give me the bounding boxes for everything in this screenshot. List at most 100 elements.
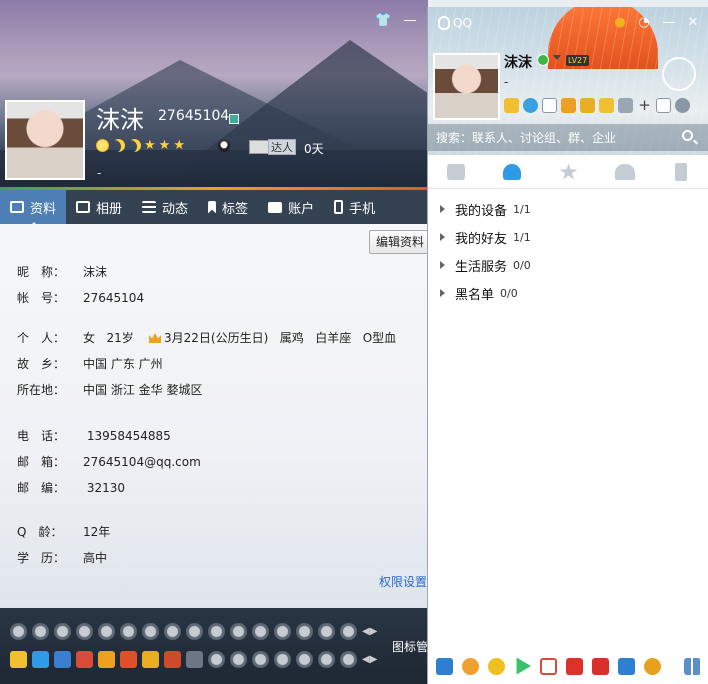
badge-icon[interactable] bbox=[296, 623, 313, 640]
skin-icon[interactable]: 👕 bbox=[375, 14, 391, 30]
badge-icon[interactable] bbox=[120, 623, 137, 640]
icon-manage-link[interactable]: 图标管 bbox=[392, 638, 428, 655]
badge-icon[interactable] bbox=[186, 623, 203, 640]
group-my-friends[interactable]: 我的好友 1/1 bbox=[428, 223, 708, 251]
edit-profile-button[interactable]: 编辑资料 bbox=[369, 230, 428, 254]
badge-icon[interactable] bbox=[208, 651, 225, 668]
profile-signature[interactable]: - bbox=[97, 166, 101, 180]
level-icons[interactable]: ★ ★ ★ bbox=[96, 139, 185, 152]
contact-icon bbox=[503, 163, 522, 180]
contact-groups: 我的设备 1/1 我的好友 1/1 生活服务 0/0 黑名单 0/0 bbox=[428, 195, 708, 307]
tab-mobile[interactable] bbox=[653, 155, 708, 188]
badge-icon[interactable] bbox=[340, 623, 357, 640]
tab-profile[interactable]: 资料 bbox=[0, 190, 67, 224]
profile-avatar[interactable] bbox=[5, 100, 85, 180]
badge-icon[interactable] bbox=[318, 623, 335, 640]
badge-icon[interactable] bbox=[252, 651, 269, 668]
search-icon[interactable] bbox=[682, 130, 693, 141]
badge-icon[interactable] bbox=[54, 623, 71, 640]
penguin-icon[interactable] bbox=[218, 140, 230, 152]
app-grid-icon[interactable] bbox=[684, 657, 701, 675]
penguin-logo-icon bbox=[438, 16, 450, 30]
tab-contacts[interactable] bbox=[484, 155, 540, 188]
list-icon bbox=[142, 201, 157, 213]
classroom-icon[interactable] bbox=[436, 657, 453, 675]
video-icon[interactable] bbox=[516, 657, 531, 675]
permissions-link[interactable]: 权限设置 bbox=[379, 573, 427, 590]
qq-signature[interactable]: - bbox=[504, 75, 508, 89]
badge-icon[interactable] bbox=[54, 651, 71, 668]
talent-badge[interactable]: 达人 bbox=[268, 139, 296, 155]
vip-icon[interactable] bbox=[229, 114, 239, 124]
stock-chart-icon[interactable] bbox=[540, 657, 557, 675]
tab-groups[interactable] bbox=[597, 155, 653, 188]
music-icon[interactable] bbox=[592, 657, 609, 675]
online-status-icon[interactable] bbox=[537, 54, 549, 66]
badge-icon[interactable] bbox=[296, 651, 313, 668]
badge-icon[interactable] bbox=[142, 651, 159, 668]
weather-icon[interactable] bbox=[662, 57, 696, 91]
close-button[interactable]: ✕ bbox=[685, 16, 701, 32]
settings-icon[interactable] bbox=[675, 98, 690, 113]
shield-icon[interactable] bbox=[618, 657, 635, 675]
badge-icon[interactable] bbox=[274, 623, 291, 640]
badge-icon[interactable] bbox=[120, 651, 137, 668]
mail-icon[interactable] bbox=[542, 98, 557, 113]
star-icon[interactable] bbox=[504, 98, 519, 113]
qq-avatar[interactable] bbox=[433, 53, 500, 120]
scroll-left-right-icon[interactable]: ◀▶ bbox=[362, 623, 377, 640]
badge-icon[interactable] bbox=[76, 623, 93, 640]
folder-icon[interactable] bbox=[561, 98, 576, 113]
weibo-icon[interactable] bbox=[523, 98, 538, 113]
chevron-down-icon[interactable] bbox=[553, 55, 561, 60]
badge-icon[interactable] bbox=[208, 623, 225, 640]
badge-icon[interactable] bbox=[142, 623, 159, 640]
badge-icon[interactable] bbox=[10, 623, 27, 640]
badge-icon[interactable] bbox=[274, 651, 291, 668]
badge-icon[interactable] bbox=[340, 651, 357, 668]
field-age: 21岁 bbox=[106, 331, 134, 345]
badge-icon[interactable] bbox=[599, 98, 614, 113]
badge-icon[interactable] bbox=[230, 623, 247, 640]
jd-icon[interactable] bbox=[566, 657, 583, 675]
badge-icon[interactable] bbox=[98, 623, 115, 640]
tab-favorites[interactable] bbox=[540, 155, 596, 188]
badge-icon[interactable] bbox=[98, 651, 115, 668]
talent-icon[interactable] bbox=[249, 140, 269, 154]
badge-icon[interactable] bbox=[76, 651, 93, 668]
badge-icon[interactable] bbox=[318, 651, 335, 668]
badge-icon[interactable] bbox=[230, 651, 247, 668]
tab-account[interactable]: 账户 bbox=[258, 190, 324, 224]
minimize-button[interactable]: — bbox=[661, 16, 677, 32]
shirt-icon[interactable] bbox=[656, 98, 671, 113]
notification-icon[interactable]: ● bbox=[612, 16, 628, 32]
search-input[interactable] bbox=[436, 128, 676, 147]
group-my-devices[interactable]: 我的设备 1/1 bbox=[428, 195, 708, 223]
app-badge-icon[interactable] bbox=[186, 651, 203, 668]
badge-icon[interactable] bbox=[164, 623, 181, 640]
star-badge-icon[interactable] bbox=[10, 651, 27, 668]
tab-messages[interactable] bbox=[428, 155, 484, 188]
scroll-left-right-icon[interactable]: ◀▶ bbox=[362, 651, 377, 668]
face-icon[interactable] bbox=[618, 98, 633, 113]
tab-album[interactable]: 相册 bbox=[66, 190, 132, 224]
level-badge[interactable]: LV27 bbox=[566, 55, 590, 66]
group-blacklist[interactable]: 黑名单 0/0 bbox=[428, 279, 708, 307]
game-icon[interactable] bbox=[488, 657, 505, 675]
pet-icon[interactable] bbox=[644, 657, 661, 675]
tab-mobile[interactable]: 手机 bbox=[324, 190, 385, 224]
skin-icon[interactable]: ◔ bbox=[636, 16, 652, 32]
wallet-icon[interactable] bbox=[580, 98, 595, 113]
add-icon[interactable]: + bbox=[637, 98, 652, 113]
badge-icon[interactable] bbox=[252, 623, 269, 640]
tab-feed[interactable]: 动态 bbox=[132, 190, 198, 224]
minimize-button[interactable]: — bbox=[402, 14, 418, 30]
badge-icon[interactable] bbox=[164, 651, 181, 668]
tab-tags[interactable]: 标签 bbox=[198, 190, 258, 224]
crown-icon bbox=[149, 333, 162, 343]
qq-nickname[interactable]: 沫沫 bbox=[504, 52, 532, 72]
contacts-sync-icon[interactable] bbox=[462, 657, 479, 675]
badge-icon[interactable] bbox=[32, 651, 49, 668]
group-life-services[interactable]: 生活服务 0/0 bbox=[428, 251, 708, 279]
badge-icon[interactable] bbox=[32, 623, 49, 640]
